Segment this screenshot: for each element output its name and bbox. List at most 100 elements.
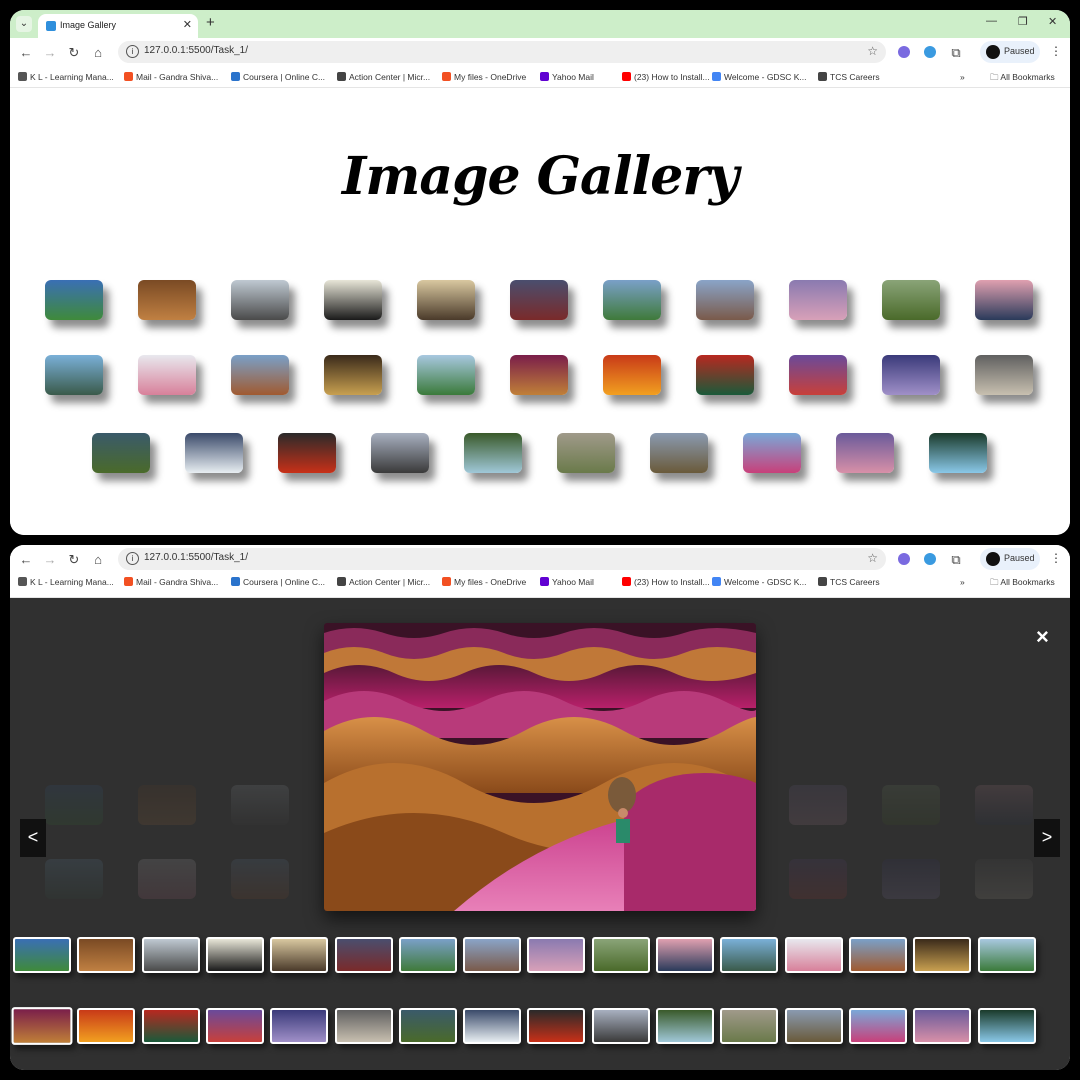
strip-thumbnail-snow-road[interactable] xyxy=(463,1008,522,1044)
gallery-thumbnail-flower-meadow[interactable] xyxy=(743,433,801,473)
tab-close-icon[interactable]: ✕ xyxy=(183,18,192,31)
tab-search-button[interactable]: ⌄ xyxy=(16,16,32,32)
strip-thumbnail-pink-salt-flats[interactable] xyxy=(784,937,843,973)
profile-button[interactable]: Paused xyxy=(980,41,1040,63)
gallery-thumbnail-coastal-meadow[interactable] xyxy=(45,280,103,320)
strip-thumbnail-autumn-leaves[interactable] xyxy=(77,937,136,973)
gallery-thumbnail-alpine-reflection[interactable] xyxy=(45,355,103,395)
bookmark-item[interactable]: Yahoo Mail xyxy=(540,577,594,587)
gallery-thumbnail-rocky-sunrise[interactable] xyxy=(417,280,475,320)
restore-button[interactable]: ❐ xyxy=(1018,15,1028,28)
site-info-icon[interactable]: i xyxy=(126,45,139,58)
gallery-thumbnail-canyon-dusk[interactable] xyxy=(510,280,568,320)
strip-thumbnail-rocky-sunrise[interactable] xyxy=(270,937,329,973)
gallery-thumbnail-snow-road[interactable] xyxy=(185,433,243,473)
bookmark-item[interactable]: Mail - Gandra Shiva... xyxy=(124,72,218,82)
gallery-thumbnail-purple-tree[interactable] xyxy=(789,355,847,395)
strip-thumbnail-mountain-river[interactable] xyxy=(398,937,457,973)
gallery-thumbnail-pink-salt-flats[interactable] xyxy=(138,355,196,395)
strip-thumbnail-desert-sunset[interactable] xyxy=(77,1008,136,1044)
bookmark-item[interactable]: Mail - Gandra Shiva... xyxy=(124,577,218,587)
bookmark-item[interactable]: Action Center | Micr... xyxy=(337,577,430,587)
strip-thumbnail-forest-silhouette[interactable] xyxy=(205,937,264,973)
bookmark-item[interactable]: Welcome - GDSC K... xyxy=(712,577,807,587)
bookmark-item[interactable]: Welcome - GDSC K... xyxy=(712,72,807,82)
extensions-puzzle-icon[interactable]: ⧉ xyxy=(948,552,964,568)
strip-thumbnail-purple-tree[interactable] xyxy=(205,1008,264,1044)
site-info-icon[interactable]: i xyxy=(126,552,139,565)
reload-button[interactable]: ↻ xyxy=(66,45,82,61)
bookmark-item[interactable]: My files - OneDrive xyxy=(442,577,526,587)
new-tab-button[interactable]: + xyxy=(206,14,215,31)
strip-thumbnail-river-forest[interactable] xyxy=(977,937,1036,973)
bookmark-item[interactable]: TCS Careers xyxy=(818,577,880,587)
strip-thumbnail-alpine-reflection[interactable] xyxy=(720,937,779,973)
gallery-thumbnail-planet-night[interactable] xyxy=(882,355,940,395)
all-bookmarks-button[interactable]: 🗀 All Bookmarks xyxy=(990,72,1055,86)
home-button[interactable]: ⌂ xyxy=(90,45,106,60)
bookmark-item[interactable]: (23) How to Install... xyxy=(622,72,710,82)
prev-image-button[interactable]: < xyxy=(20,819,46,857)
gallery-thumbnail-sunset-field[interactable] xyxy=(650,433,708,473)
gallery-thumbnail-desert-road[interactable] xyxy=(371,433,429,473)
forward-button[interactable]: → xyxy=(42,45,58,60)
gallery-thumbnail-forest-silhouette[interactable] xyxy=(324,280,382,320)
strip-thumbnail-sunset-field[interactable] xyxy=(784,1008,843,1044)
gallery-thumbnail-jungle-cascade[interactable] xyxy=(464,433,522,473)
gallery-thumbnail-river-forest[interactable] xyxy=(417,355,475,395)
strip-thumbnail-lavender-horizon[interactable] xyxy=(913,1008,972,1044)
gallery-thumbnail-rainbow-field[interactable] xyxy=(92,433,150,473)
menu-icon[interactable]: ⋮ xyxy=(1050,44,1062,58)
strip-thumbnail-red-lake[interactable] xyxy=(141,1008,200,1044)
strip-thumbnail-winding-path[interactable] xyxy=(720,1008,779,1044)
strip-thumbnail-planet-night[interactable] xyxy=(270,1008,329,1044)
bookmark-item[interactable]: Yahoo Mail xyxy=(540,72,594,82)
bookmark-star-icon[interactable]: ☆ xyxy=(867,551,878,565)
bookmark-item[interactable]: Coursera | Online C... xyxy=(231,577,325,587)
close-lightbox-icon[interactable]: × xyxy=(1036,624,1049,650)
gallery-thumbnail-red-rocks[interactable] xyxy=(231,355,289,395)
extensions-puzzle-icon[interactable]: ⧉ xyxy=(948,45,964,61)
bookmark-star-icon[interactable]: ☆ xyxy=(867,44,878,58)
gallery-thumbnail-desert-sunset[interactable] xyxy=(603,355,661,395)
profile-button[interactable]: Paused xyxy=(980,548,1040,570)
strip-thumbnail-mountain-sunset[interactable] xyxy=(656,937,714,973)
menu-icon[interactable]: ⋮ xyxy=(1050,551,1062,565)
strip-thumbnail-rocky-shore[interactable] xyxy=(463,937,522,973)
back-button[interactable]: ← xyxy=(18,45,34,60)
gallery-thumbnail-blue-waterfall[interactable] xyxy=(929,433,987,473)
bookmark-item[interactable]: My files - OneDrive xyxy=(442,72,526,82)
close-window-button[interactable]: ✕ xyxy=(1048,15,1057,28)
strip-thumbnail-rainbow-field[interactable] xyxy=(398,1008,457,1044)
minimize-button[interactable]: — xyxy=(986,15,997,27)
address-bar[interactable]: i 127.0.0.1:5500/Task_1/ ☆ xyxy=(118,41,886,63)
gallery-thumbnail-winding-path[interactable] xyxy=(557,433,615,473)
bookmarks-overflow-icon[interactable]: » xyxy=(960,72,965,82)
extension-icon[interactable] xyxy=(898,46,910,58)
all-bookmarks-button[interactable]: 🗀 All Bookmarks xyxy=(990,577,1055,591)
bookmark-item[interactable]: (23) How to Install... xyxy=(622,577,710,587)
bookmark-item[interactable]: TCS Careers xyxy=(818,72,880,82)
gallery-thumbnail-forest-sunburst[interactable] xyxy=(324,355,382,395)
gallery-thumbnail-mountain-river[interactable] xyxy=(603,280,661,320)
strip-thumbnail-purple-tunnels[interactable] xyxy=(11,1007,73,1045)
strip-thumbnail-jungle-cascade[interactable] xyxy=(656,1008,714,1044)
gallery-thumbnail-mountain-sunset[interactable] xyxy=(975,280,1033,320)
gallery-thumbnail-pink-lake[interactable] xyxy=(789,280,847,320)
extension-icon[interactable] xyxy=(924,553,936,565)
strip-thumbnail-pink-lake[interactable] xyxy=(527,937,586,973)
tab-image-gallery[interactable]: Image Gallery ✕ xyxy=(38,14,198,38)
bookmark-item[interactable]: Coursera | Online C... xyxy=(231,72,325,82)
bookmark-item[interactable]: K L - Learning Mana... xyxy=(18,72,114,82)
gallery-thumbnail-railway-tracks[interactable] xyxy=(231,280,289,320)
gallery-thumbnail-smoke-cloud[interactable] xyxy=(975,355,1033,395)
extension-icon[interactable] xyxy=(898,553,910,565)
strip-thumbnail-desert-road[interactable] xyxy=(591,1008,650,1044)
bookmarks-overflow-icon[interactable]: » xyxy=(960,577,965,587)
gallery-thumbnail-rocky-shore[interactable] xyxy=(696,280,754,320)
gallery-thumbnail-red-lake[interactable] xyxy=(696,355,754,395)
strip-thumbnail-coastal-meadow[interactable] xyxy=(13,937,71,973)
bookmark-item[interactable]: K L - Learning Mana... xyxy=(18,577,114,587)
next-image-button[interactable]: > xyxy=(1034,819,1060,857)
reload-button[interactable]: ↻ xyxy=(66,552,82,568)
